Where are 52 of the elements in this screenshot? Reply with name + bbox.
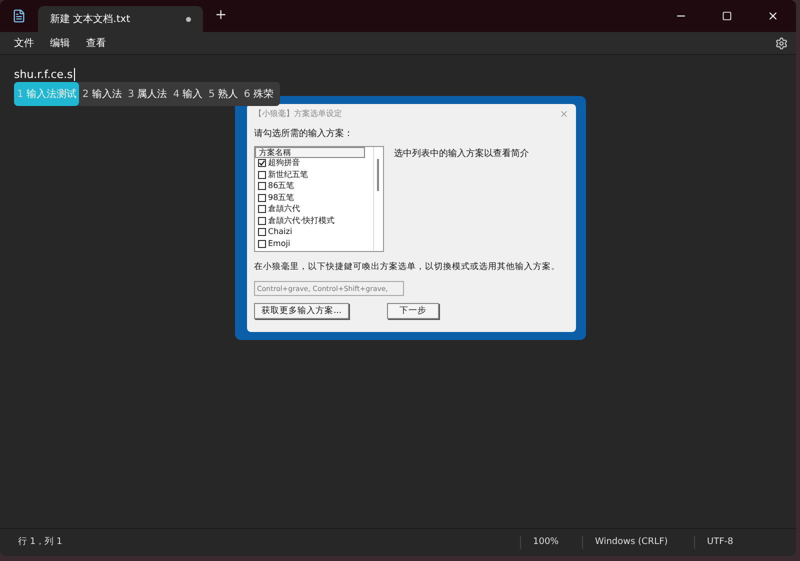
checkbox[interactable]: [258, 170, 266, 179]
schema-name: Emoji: [268, 238, 290, 250]
checkbox[interactable]: [258, 240, 266, 248]
schema-item[interactable]: 倉頡六代: [255, 204, 373, 215]
schema-name: Chaizi: [268, 226, 292, 238]
schema-item[interactable]: Emoji: [255, 238, 373, 250]
checkbox[interactable]: [258, 159, 266, 168]
check-icon: [259, 160, 265, 166]
document-tab[interactable]: 新建 文本文档.txt: [38, 6, 203, 32]
new-tab-button[interactable]: +: [215, 5, 227, 26]
dialog-button[interactable]: 获取更多输入方案...: [254, 303, 349, 320]
candidate-item[interactable]: 6 殊荣: [240, 82, 276, 106]
menu-item[interactable]: 查看: [80, 36, 112, 50]
menu-item[interactable]: 编辑: [44, 36, 76, 50]
zoom-level: 100%: [520, 536, 582, 550]
checkbox[interactable]: [258, 216, 266, 225]
schema-item[interactable]: 超狗拼音: [255, 158, 373, 169]
description-text: 选中列表中的输入方案以查看简介: [394, 148, 529, 160]
candidate-item[interactable]: 4 输入: [170, 82, 206, 106]
schema-item[interactable]: 86五笔: [255, 180, 373, 192]
schema-name: 倉頡六代: [268, 203, 300, 216]
schema-name: 新世纪五笔: [268, 168, 308, 181]
candidate-item[interactable]: 3 属人法: [124, 82, 170, 106]
candidate-item[interactable]: 2 输入法: [79, 82, 125, 106]
schema-name: 86五笔: [268, 180, 294, 192]
dialog-button[interactable]: 下一步: [387, 303, 439, 320]
maximize-icon: [722, 11, 732, 21]
dialog-title: 【小狼毫】方案选单设定: [254, 108, 342, 120]
line-ending: Windows (CRLF): [582, 536, 694, 550]
schema-name: 倉頡六代·快打模式: [268, 214, 335, 227]
schema-name: 超狗拼音: [268, 157, 300, 170]
checkbox[interactable]: [258, 182, 266, 190]
schema-item[interactable]: 倉頡六代·快打模式: [255, 215, 373, 226]
checkbox[interactable]: [258, 205, 266, 214]
encoding: UTF-8: [694, 536, 734, 550]
cursor-position: 行 1，列 1: [17, 536, 64, 549]
editor-text: shu.r.f.ce.s: [14, 68, 75, 81]
notepad-icon: [12, 9, 26, 23]
checkbox[interactable]: [258, 228, 266, 236]
menu-item[interactable]: 文件: [8, 36, 40, 50]
close-icon: [767, 10, 779, 22]
schema-name: 98五笔: [268, 192, 294, 204]
tab-title: 新建 文本文档.txt: [50, 12, 130, 26]
schema-item[interactable]: Chaizi: [255, 226, 373, 238]
checkbox[interactable]: [258, 194, 266, 202]
prompt-label: 请勾选所需的输入方案：: [254, 128, 354, 141]
column-header: 方案名稱: [255, 146, 365, 158]
settings-icon[interactable]: [775, 36, 788, 50]
candidate-item[interactable]: 5 熟人: [206, 82, 241, 106]
schema-item[interactable]: 98五笔: [255, 192, 373, 204]
hint-text: 在小狼毫里，以下快捷鍵可喚出方案选单，以切換模式或选用其他输入方案。: [254, 260, 561, 274]
schema-item[interactable]: 新世纪五笔: [255, 169, 373, 180]
